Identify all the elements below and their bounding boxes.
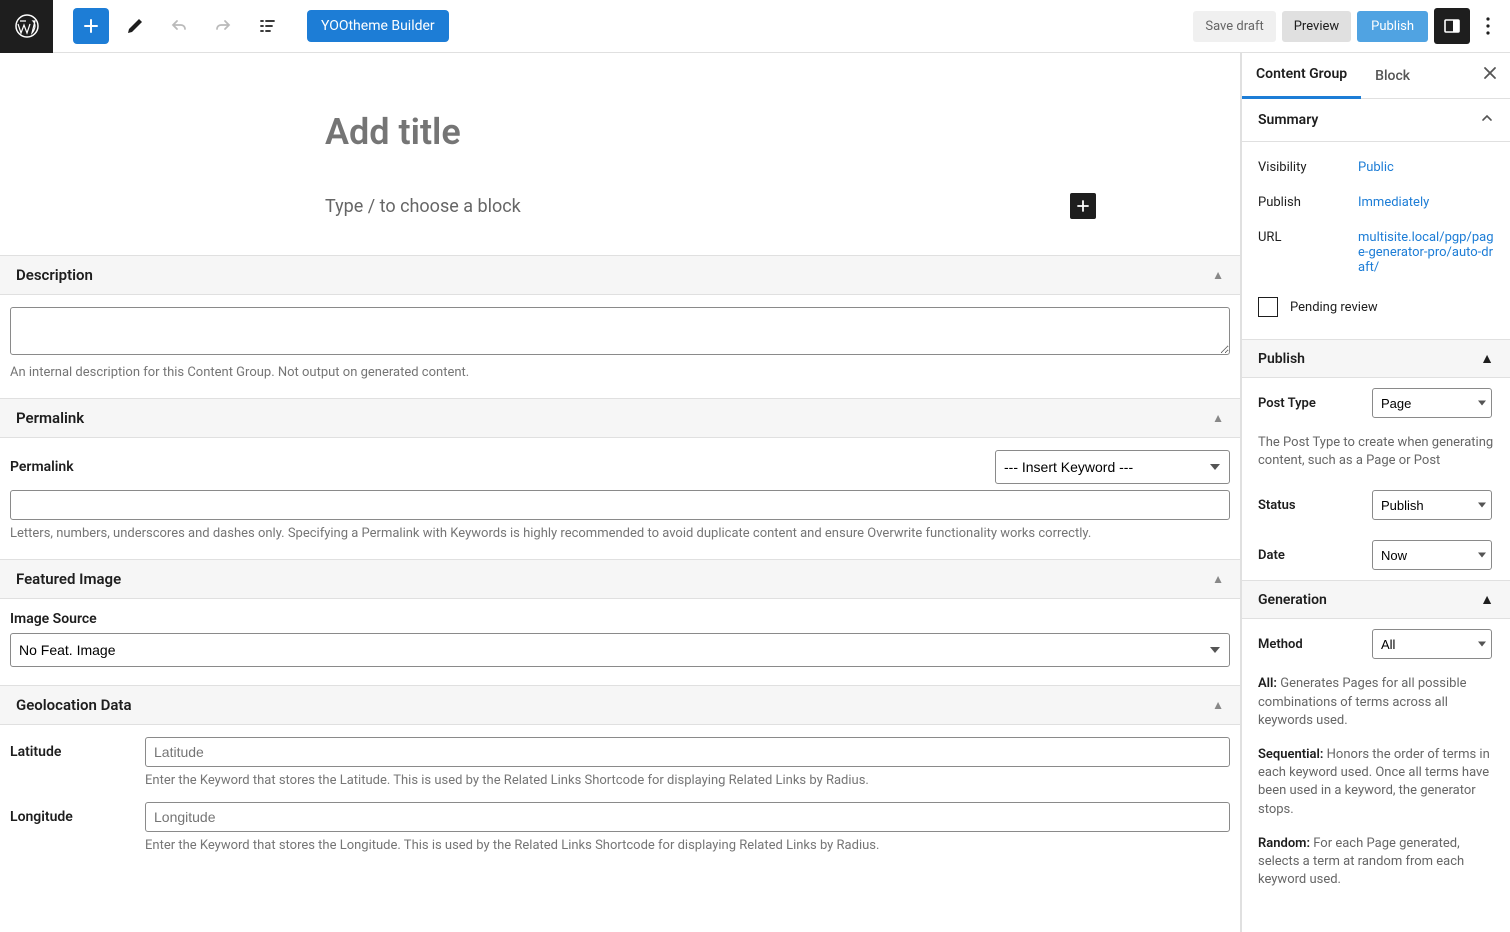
url-label: URL [1258, 230, 1358, 275]
add-block-inline-button[interactable] [1070, 193, 1096, 219]
permalink-section-header[interactable]: Permalink ▲ [0, 399, 1240, 438]
list-view-icon [257, 16, 277, 36]
publish-time-label: Publish [1258, 195, 1358, 210]
collapse-icon: ▲ [1212, 572, 1224, 586]
description-textarea[interactable] [10, 307, 1230, 355]
url-link[interactable]: multisite.local/pgp/page-generator-pro/a… [1358, 230, 1494, 275]
featured-image-section-header[interactable]: Featured Image ▲ [0, 560, 1240, 599]
redo-icon [213, 16, 233, 36]
settings-sidebar: Content Group Block Summary Visibility P… [1241, 53, 1510, 932]
post-type-select[interactable]: Page [1372, 388, 1492, 418]
post-title-input[interactable]: Add title [325, 101, 1100, 163]
collapse-icon: ▲ [1212, 268, 1224, 282]
redo-button[interactable] [205, 8, 241, 44]
summary-title: Summary [1258, 112, 1318, 128]
longitude-input[interactable] [145, 802, 1230, 832]
latitude-help: Enter the Keyword that stores the Latitu… [145, 773, 1230, 788]
status-select[interactable]: Publish [1372, 490, 1492, 520]
publish-button[interactable]: Publish [1357, 11, 1428, 42]
options-menu-button[interactable] [1476, 8, 1500, 44]
publish-panel-header[interactable]: Publish ▲ [1242, 339, 1510, 378]
post-type-help: The Post Type to create when generating … [1242, 428, 1510, 480]
block-prompt[interactable]: Type / to choose a block [325, 196, 1070, 217]
geolocation-section-header[interactable]: Geolocation Data ▲ [0, 686, 1240, 725]
collapse-icon: ▲ [1480, 350, 1494, 367]
pending-review-label: Pending review [1290, 300, 1378, 315]
preview-button[interactable]: Preview [1282, 11, 1351, 42]
top-toolbar: YOOtheme Builder Save draft Preview Publ… [0, 0, 1510, 53]
method-label: Method [1258, 637, 1303, 652]
image-source-select[interactable]: No Feat. Image [10, 633, 1230, 667]
pending-review-checkbox[interactable] [1258, 297, 1278, 317]
description-help: An internal description for this Content… [10, 365, 1230, 380]
permalink-section: Permalink ▲ Permalink --- Insert Keyword… [0, 398, 1240, 559]
date-select[interactable]: Now [1372, 540, 1492, 570]
collapse-icon: ▲ [1212, 411, 1224, 425]
document-overview-button[interactable] [249, 8, 285, 44]
method-help-all: All: Generates Pages for all possible co… [1242, 669, 1510, 740]
longitude-label: Longitude [10, 809, 145, 825]
undo-icon [169, 16, 189, 36]
section-title: Geolocation Data [16, 696, 132, 714]
edit-mode-button[interactable] [117, 8, 153, 44]
chevron-up-icon [1480, 111, 1494, 129]
permalink-keyword-select[interactable]: --- Insert Keyword --- [995, 450, 1230, 484]
method-select[interactable]: All [1372, 629, 1492, 659]
generation-panel-title: Generation [1258, 592, 1327, 608]
add-block-toolbar-button[interactable] [73, 8, 109, 44]
panel-icon [1442, 16, 1462, 36]
wordpress-icon [15, 14, 39, 38]
collapse-icon: ▲ [1480, 591, 1494, 608]
close-icon [1482, 65, 1498, 81]
latitude-label: Latitude [10, 744, 145, 760]
section-title: Featured Image [16, 570, 121, 588]
dots-vertical-icon [1486, 17, 1490, 35]
method-help-random: Random: For each Page generated, selects… [1242, 829, 1510, 900]
visibility-label: Visibility [1258, 160, 1358, 175]
tab-content-group[interactable]: Content Group [1242, 54, 1361, 99]
summary-panel-header[interactable]: Summary [1242, 99, 1510, 142]
sidebar-tabs: Content Group Block [1242, 53, 1510, 99]
permalink-input[interactable] [10, 490, 1230, 520]
save-draft-button[interactable]: Save draft [1193, 11, 1275, 42]
section-title: Description [16, 266, 93, 284]
image-source-label: Image Source [10, 611, 1230, 627]
description-section: Description ▲ An internal description fo… [0, 255, 1240, 398]
sidebar-close-button[interactable] [1470, 65, 1510, 86]
status-label: Status [1258, 498, 1296, 513]
longitude-help: Enter the Keyword that stores the Longit… [145, 838, 1230, 853]
editor-canvas: Add title Type / to choose a block Descr… [0, 53, 1241, 932]
permalink-field-label: Permalink [10, 459, 145, 475]
pencil-icon [125, 16, 145, 36]
publish-time-link[interactable]: Immediately [1358, 195, 1494, 210]
settings-panel-toggle[interactable] [1434, 8, 1470, 44]
wp-logo-button[interactable] [0, 0, 53, 53]
plus-icon [81, 16, 101, 36]
yootheme-builder-button[interactable]: YOOtheme Builder [307, 10, 449, 42]
date-label: Date [1258, 548, 1285, 563]
section-title: Permalink [16, 409, 84, 427]
description-section-header[interactable]: Description ▲ [0, 256, 1240, 295]
method-help-sequential: Sequential: Honors the order of terms in… [1242, 740, 1510, 829]
permalink-help: Letters, numbers, underscores and dashes… [10, 526, 1230, 541]
geolocation-section: Geolocation Data ▲ Latitude Enter the Ke… [0, 685, 1240, 871]
collapse-icon: ▲ [1212, 698, 1224, 712]
featured-image-section: Featured Image ▲ Image Source No Feat. I… [0, 559, 1240, 685]
latitude-input[interactable] [145, 737, 1230, 767]
publish-panel-title: Publish [1258, 351, 1305, 367]
visibility-link[interactable]: Public [1358, 160, 1494, 175]
plus-icon [1075, 198, 1091, 214]
undo-button[interactable] [161, 8, 197, 44]
tab-block[interactable]: Block [1361, 53, 1424, 98]
generation-panel-header[interactable]: Generation ▲ [1242, 580, 1510, 619]
post-type-label: Post Type [1258, 396, 1316, 411]
